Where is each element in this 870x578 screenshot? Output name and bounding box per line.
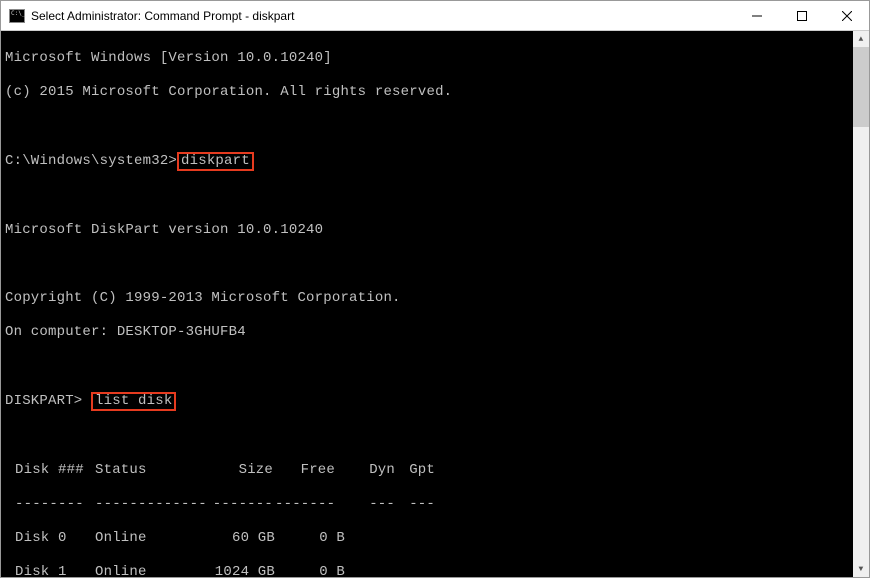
banner-line: Microsoft Windows [Version 10.0.10240]	[5, 50, 865, 67]
console-output[interactable]: Microsoft Windows [Version 10.0.10240] (…	[1, 31, 869, 577]
maximize-button[interactable]	[779, 1, 824, 30]
scrollbar[interactable]: ▲ ▼	[853, 31, 869, 577]
table-header: Disk ###StatusSizeFreeDynGpt	[5, 462, 865, 479]
scrollbar-thumb[interactable]	[853, 47, 869, 127]
close-button[interactable]	[824, 1, 869, 30]
banner-line: (c) 2015 Microsoft Corporation. All righ…	[5, 84, 865, 101]
diskpart-computer: On computer: DESKTOP-3GHUFB4	[5, 324, 865, 341]
scroll-up-icon[interactable]: ▲	[853, 31, 869, 47]
diskpart-version: Microsoft DiskPart version 10.0.10240	[5, 222, 865, 239]
window-title: Select Administrator: Command Prompt - d…	[31, 9, 734, 23]
minimize-button[interactable]	[734, 1, 779, 30]
highlight-diskpart: diskpart	[177, 152, 254, 171]
table-rule: ----------------------------------------…	[5, 496, 865, 513]
table-row: Disk 1Online1024 GB0 B	[5, 564, 865, 577]
diskpart-prompt: DISKPART>	[5, 393, 82, 409]
highlight-list-disk: list disk	[91, 392, 176, 411]
table-row: Disk 0Online60 GB0 B	[5, 530, 865, 547]
scroll-down-icon[interactable]: ▼	[853, 561, 869, 577]
window-controls	[734, 1, 869, 30]
titlebar: Select Administrator: Command Prompt - d…	[1, 1, 869, 31]
diskpart-copyright: Copyright (C) 1999-2013 Microsoft Corpor…	[5, 290, 865, 307]
cmd-icon	[9, 9, 25, 23]
prompt-path: C:\Windows\system32>	[5, 153, 177, 169]
